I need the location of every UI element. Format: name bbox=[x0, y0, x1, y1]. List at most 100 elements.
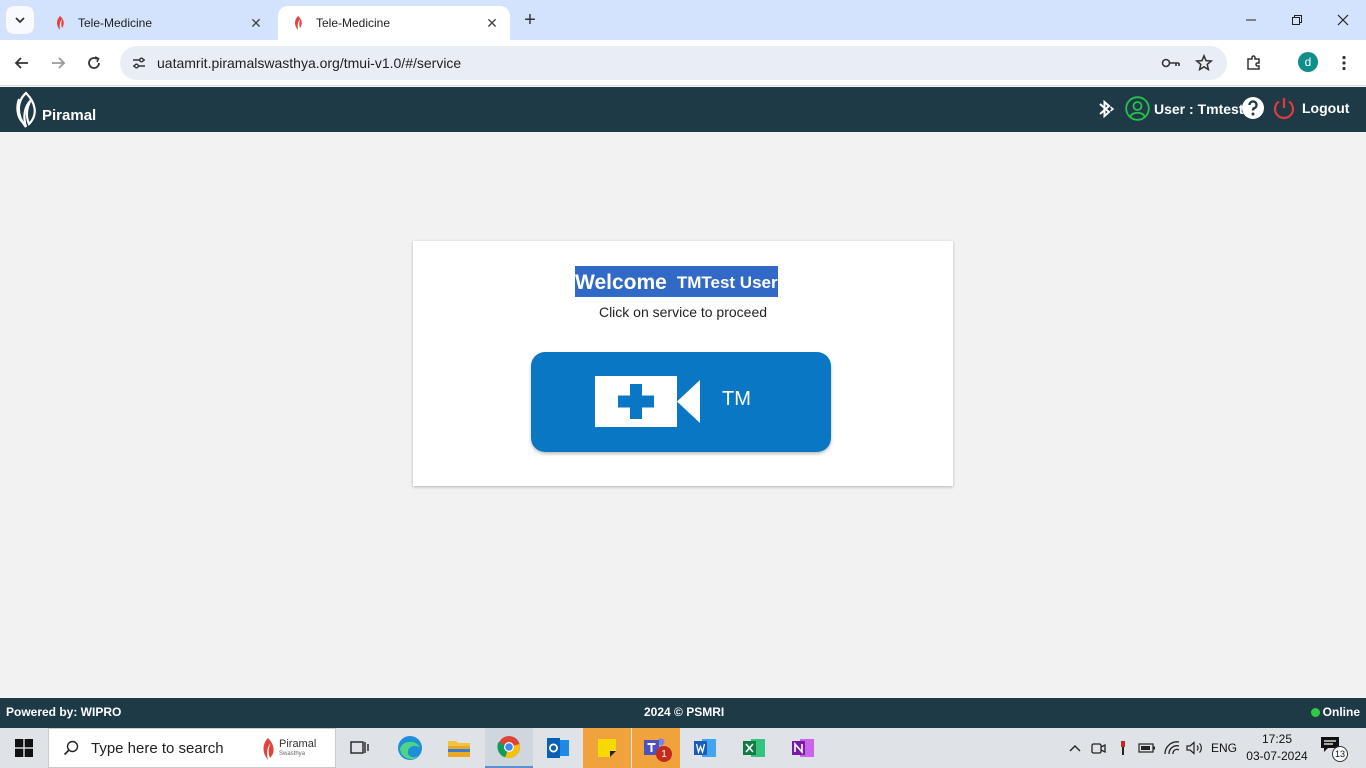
profile-avatar[interactable]: d bbox=[1298, 52, 1318, 72]
file-explorer-app[interactable] bbox=[435, 728, 483, 768]
arrow-left-icon bbox=[14, 57, 28, 69]
user-icon bbox=[1125, 96, 1150, 121]
onenote-icon bbox=[792, 739, 814, 757]
search-logo-text: Piramal bbox=[279, 738, 317, 750]
logout-button[interactable]: Logout bbox=[1272, 96, 1349, 120]
bookmark-button[interactable] bbox=[1193, 52, 1215, 74]
piramal-favicon-icon bbox=[295, 16, 302, 30]
password-key-button[interactable] bbox=[1160, 52, 1182, 74]
sticky-notes-app[interactable] bbox=[583, 728, 631, 768]
outlook-app[interactable] bbox=[534, 728, 582, 768]
teams-badge: 1 bbox=[656, 746, 672, 762]
clock-date: 03-07-2024 bbox=[1246, 749, 1308, 763]
reload-button[interactable] bbox=[80, 49, 108, 77]
extensions-button[interactable] bbox=[1240, 49, 1268, 77]
start-button[interactable] bbox=[0, 728, 48, 768]
edge-app[interactable] bbox=[386, 728, 434, 768]
tm-service-button[interactable]: TM bbox=[531, 352, 831, 452]
bluetooth-button[interactable] bbox=[1093, 97, 1117, 121]
browser-tab-1[interactable]: Tele-Medicine ✕ bbox=[40, 6, 274, 40]
chevron-down-icon bbox=[15, 17, 25, 24]
outlook-icon bbox=[547, 738, 569, 758]
bluetooth-icon bbox=[1099, 99, 1115, 119]
arrow-right-icon bbox=[52, 57, 66, 69]
sticky-notes-icon bbox=[598, 739, 616, 757]
browser-menu-button[interactable] bbox=[1330, 49, 1358, 77]
logo-text: Piramal bbox=[42, 106, 97, 124]
copyright: 2024 © PSMRI bbox=[644, 705, 725, 719]
video-medical-icon bbox=[595, 376, 700, 427]
notification-center-button[interactable]: 13 bbox=[1320, 736, 1348, 762]
camera-icon bbox=[1091, 743, 1106, 754]
address-bar[interactable]: uatamrit.piramalswasthya.org/tmui-v1.0/#… bbox=[120, 46, 1227, 80]
volume-tray[interactable] bbox=[1184, 728, 1206, 768]
task-view-button[interactable] bbox=[336, 728, 384, 768]
browser-tab-strip: Tele-Medicine ✕ Tele-Medicine ✕ + bbox=[0, 0, 1366, 40]
excel-icon bbox=[743, 739, 765, 757]
back-button[interactable] bbox=[8, 49, 36, 77]
wifi-icon bbox=[1164, 741, 1180, 755]
taskbar-search-placeholder: Type here to search bbox=[91, 739, 224, 757]
close-window-button[interactable] bbox=[1320, 0, 1366, 40]
tab-search-button[interactable] bbox=[6, 6, 34, 34]
teams-app[interactable]: 1 bbox=[632, 728, 680, 768]
taskbar-clock[interactable]: 17:25 03-07-2024 bbox=[1246, 731, 1308, 765]
new-tab-button[interactable]: + bbox=[518, 8, 542, 32]
plug-icon bbox=[1121, 741, 1125, 755]
restore-icon bbox=[1292, 15, 1302, 25]
site-info-button[interactable] bbox=[128, 52, 150, 74]
tab-title: Tele-Medicine bbox=[316, 16, 391, 30]
word-icon bbox=[694, 739, 716, 757]
battery-tray[interactable] bbox=[1136, 728, 1158, 768]
meet-now-tray[interactable] bbox=[1088, 728, 1110, 768]
power-plug-tray[interactable] bbox=[1112, 728, 1134, 768]
chrome-app[interactable] bbox=[485, 728, 533, 768]
tab-close-icon[interactable]: ✕ bbox=[484, 15, 500, 31]
connection-status: Online bbox=[1310, 705, 1360, 719]
task-view-icon bbox=[350, 741, 369, 754]
taskbar-search-box[interactable]: Type here to search Piramal Swasthya bbox=[48, 728, 336, 768]
logout-label: Logout bbox=[1302, 100, 1350, 116]
onenote-app[interactable] bbox=[779, 728, 827, 768]
help-icon bbox=[1242, 97, 1264, 119]
app-footer: Powered by: WIPRO 2024 © PSMRI Online bbox=[0, 698, 1366, 728]
service-instruction: Click on service to proceed bbox=[598, 304, 768, 320]
show-hidden-icons-button[interactable] bbox=[1064, 728, 1086, 768]
piramal-flame-icon bbox=[16, 91, 36, 128]
battery-icon bbox=[1138, 743, 1155, 753]
key-icon bbox=[1161, 58, 1180, 68]
url-text: uatamrit.piramalswasthya.org/tmui-v1.0/#… bbox=[157, 55, 462, 71]
star-icon bbox=[1195, 54, 1213, 72]
tab-close-icon[interactable]: ✕ bbox=[248, 15, 264, 31]
piramal-logo[interactable]: Piramal bbox=[14, 91, 96, 129]
tune-icon bbox=[133, 57, 145, 69]
word-app[interactable] bbox=[681, 728, 729, 768]
windows-logo-icon bbox=[15, 739, 33, 757]
forward-button[interactable] bbox=[44, 49, 72, 77]
notification-count: 13 bbox=[1332, 746, 1348, 762]
network-tray[interactable] bbox=[1160, 728, 1184, 768]
more-vert-icon bbox=[1342, 55, 1346, 71]
minimize-button[interactable] bbox=[1228, 0, 1274, 40]
welcome-user-name: TMTest User bbox=[676, 273, 778, 292]
edge-icon bbox=[398, 736, 422, 760]
browser-toolbar: uatamrit.piramalswasthya.org/tmui-v1.0/#… bbox=[0, 40, 1366, 86]
tm-service-label: TM bbox=[722, 388, 751, 410]
online-dot-icon bbox=[1310, 707, 1320, 717]
powered-by: Powered by: WIPRO bbox=[6, 705, 122, 719]
power-icon bbox=[1273, 98, 1295, 120]
welcome-heading: Welcome TMTest User bbox=[575, 266, 778, 297]
language-indicator[interactable]: ENG bbox=[1208, 728, 1240, 768]
user-menu[interactable]: User : Tmtest bbox=[1125, 96, 1243, 121]
speaker-icon bbox=[1186, 741, 1202, 755]
browser-tab-2[interactable]: Tele-Medicine ✕ bbox=[278, 6, 510, 40]
help-button[interactable] bbox=[1241, 96, 1265, 120]
excel-app[interactable] bbox=[730, 728, 778, 768]
minimize-icon bbox=[1246, 19, 1256, 21]
app-header: Piramal User : Tmtest Logout bbox=[0, 87, 1366, 132]
restore-button[interactable] bbox=[1274, 0, 1320, 40]
search-logo-subtext: Swasthya bbox=[279, 751, 306, 757]
reload-icon bbox=[88, 56, 100, 69]
close-icon bbox=[1337, 14, 1349, 26]
user-label: User : Tmtest bbox=[1154, 100, 1244, 117]
